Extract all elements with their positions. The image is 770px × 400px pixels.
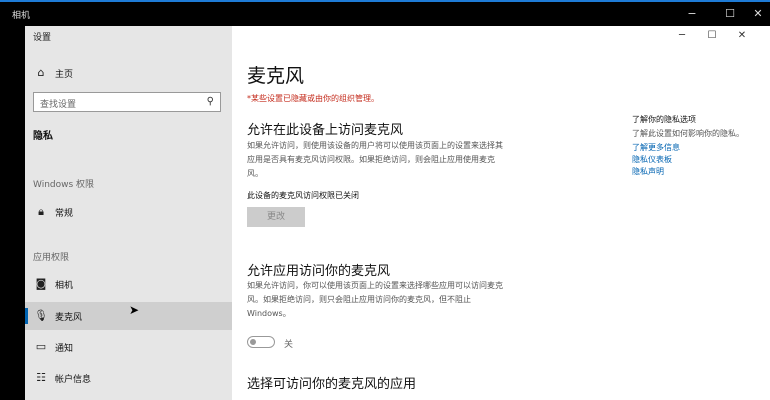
sidebar: 设置 ⌂ 主页 查找设置 ⚲ 隐私 Windows 权限 🔒︎ 常规 应用权限 … — [25, 26, 232, 400]
section-device-access-heading: 允许在此设备上访问麦克风 — [247, 123, 404, 138]
minimize-button[interactable]: ─ — [672, 28, 692, 44]
toggle-state-label: 关 — [284, 340, 294, 350]
search-placeholder: 查找设置 — [40, 100, 77, 110]
toggle-knob — [250, 338, 256, 345]
mouse-cursor-icon: ➤ — [129, 303, 140, 317]
lock-icon: 🔒︎ — [38, 205, 44, 218]
camera-icon: ◙ — [35, 277, 47, 290]
sidebar-item-general[interactable]: 🔒︎ 常规 — [25, 198, 232, 226]
privacy-dashboard-link[interactable]: 隐私仪表板 — [632, 154, 762, 165]
sidebar-item-account-info[interactable]: ☷ 帐户信息 — [25, 364, 232, 392]
privacy-options-description: 了解此设置如何影响你的隐私。 — [632, 129, 744, 138]
account-info-icon: ☷ — [36, 371, 46, 384]
learn-more-link[interactable]: 了解更多信息 — [632, 142, 762, 153]
section-device-access-description: 如果允许访问，则使用该设备的用户将可以使用该页面上的设置来选择其 应用是否具有麦… — [247, 141, 503, 178]
sidebar-item-home[interactable]: ⌂ 主页 — [25, 59, 232, 87]
sidebar-item-notifications[interactable]: ▭ 通知 — [25, 333, 232, 361]
privacy-options-panel: 了解你的隐私选项 了解此设置如何影响你的隐私。 了解更多信息 隐私仪表板 隐私声… — [632, 114, 762, 177]
sidebar-item-label: 帐户信息 — [55, 375, 92, 385]
search-icon: ⚲ — [206, 96, 214, 107]
managed-warning: *某些设置已隐藏或由你的组织管理。 — [247, 94, 379, 103]
camera-close-button[interactable]: ✕ — [748, 6, 768, 22]
main-content: ─ ☐ ✕ 麦克风 *某些设置已隐藏或由你的组织管理。 允许在此设备上访问麦克风… — [232, 26, 770, 400]
section-app-access-heading: 允许应用访问你的麦克风 — [247, 264, 391, 279]
section-choose-apps-heading: 选择可访问你的麦克风的应用 — [247, 377, 417, 392]
sidebar-item-label: 主页 — [55, 70, 74, 80]
sidebar-group-windows: Windows 权限 — [33, 180, 95, 190]
sidebar-group-app: 应用权限 — [33, 253, 70, 263]
sidebar-item-camera[interactable]: ◙ 相机 — [25, 270, 232, 298]
home-icon: ⌂ — [37, 66, 45, 79]
selection-indicator — [25, 308, 28, 324]
page-title: 麦克风 — [247, 65, 305, 87]
camera-titlebar: 相机 − ☐ ✕ — [0, 2, 770, 26]
sidebar-item-label: 通知 — [55, 344, 74, 354]
search-input[interactable]: 查找设置 ⚲ — [33, 92, 221, 112]
sidebar-section-heading: 隐私 — [33, 131, 53, 142]
device-access-status: 此设备的麦克风访问权限已关闭 — [247, 191, 359, 200]
change-button[interactable]: 更改 — [247, 207, 305, 227]
close-button[interactable]: ✕ — [732, 28, 752, 44]
notification-icon: ▭ — [35, 340, 47, 353]
sidebar-item-label: 常规 — [55, 209, 74, 219]
camera-title: 相机 — [12, 11, 31, 21]
sidebar-item-label: 麦克风 — [55, 313, 83, 323]
privacy-options-heading: 了解你的隐私选项 — [632, 115, 696, 124]
settings-window: 设置 ⌂ 主页 查找设置 ⚲ 隐私 Windows 权限 🔒︎ 常规 应用权限 … — [25, 26, 770, 400]
privacy-statement-link[interactable]: 隐私声明 — [632, 166, 762, 177]
maximize-button[interactable]: ☐ — [702, 28, 722, 44]
app-access-toggle[interactable] — [247, 336, 275, 348]
camera-minimize-button[interactable]: − — [682, 6, 702, 22]
settings-title: 设置 — [33, 33, 52, 43]
section-app-access-description: 如果允许访问，你可以使用该页面上的设置来选择哪些应用可以访问麦克 风。如果拒绝访… — [247, 281, 503, 318]
sidebar-item-label: 相机 — [55, 281, 74, 291]
camera-maximize-button[interactable]: ☐ — [720, 6, 740, 22]
microphone-icon: 🎙︎ — [34, 309, 48, 322]
